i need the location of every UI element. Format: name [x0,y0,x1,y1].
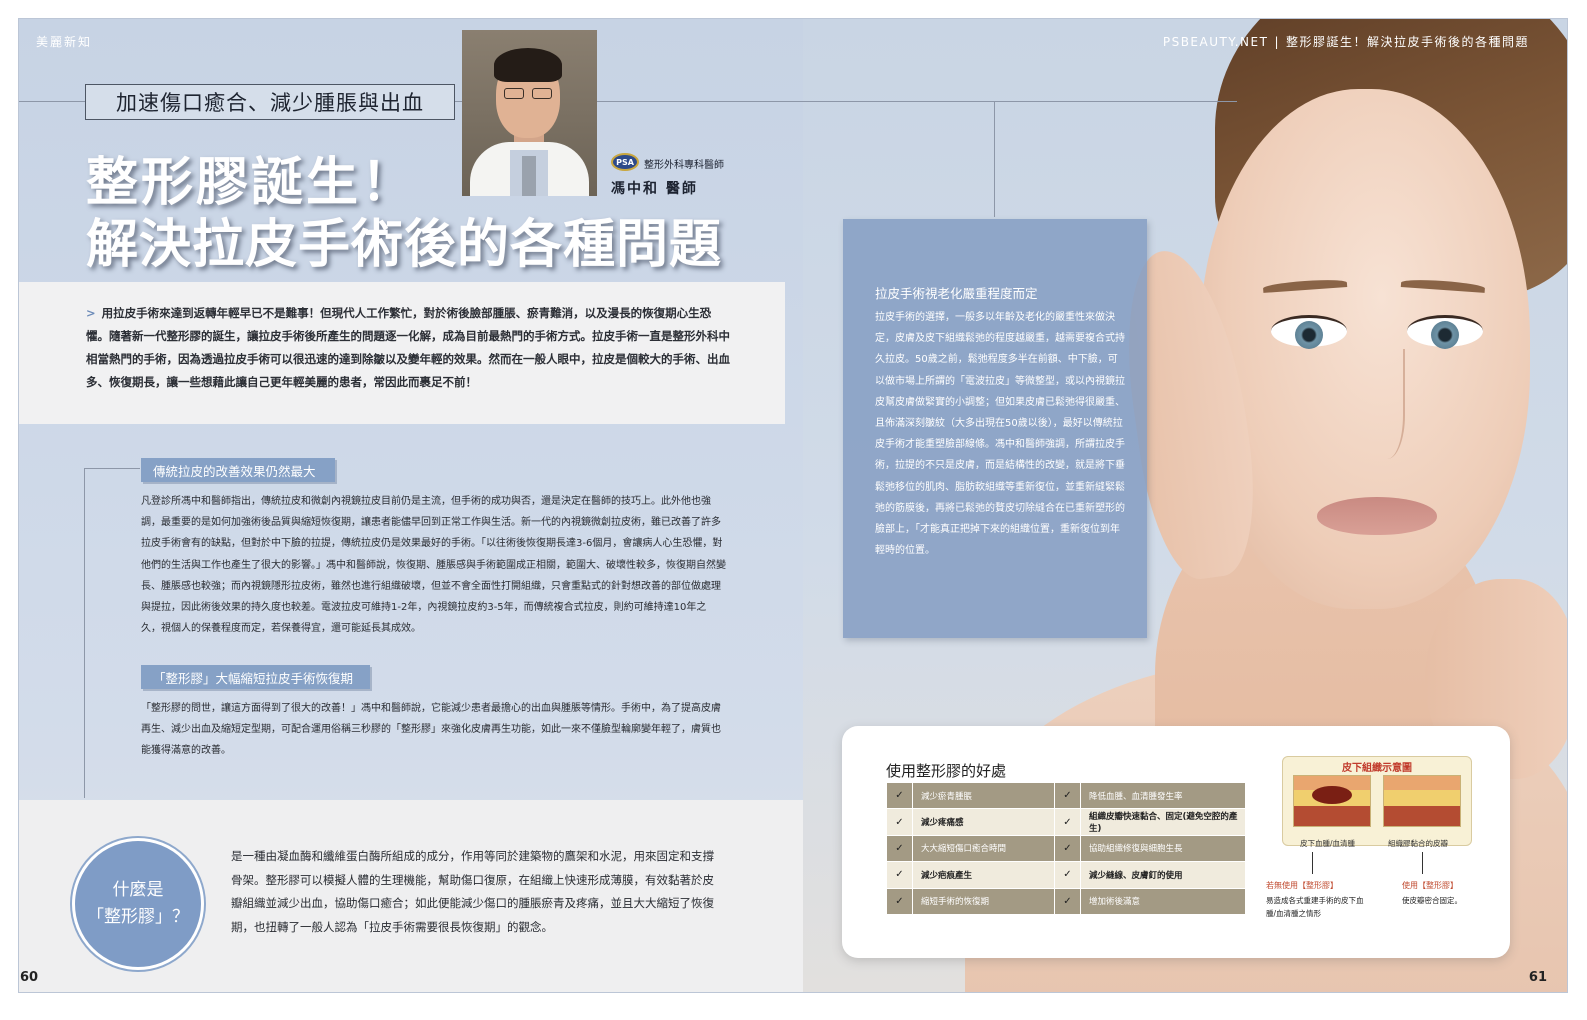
table-row: ✓ 減少瘀青腫脹 ✓ 降低血腫、血清腫發生率 [886,781,1246,810]
benefits-card: 使用整形膠的好處 ✓ 減少瘀青腫脹 ✓ 降低血腫、血清腫發生率 ✓ 減少疼痛感 … [842,726,1510,958]
doctor-photo [462,30,597,196]
benefit-cell: 減少縫線、皮膚釘的使用 [1080,861,1246,889]
header-separator: | [1274,35,1280,49]
note-left-text: 易造成各式重建手術的皮下血腫/血清腫之情形 [1266,896,1364,918]
page-number-left: 60 [20,970,39,985]
table-row: ✓ 縮短手術的恢復期 ✓ 增加術後滿意 [886,887,1246,915]
diagram-title: 皮下組織示意圖 [1342,763,1412,774]
table-row: ✓ 減少疤痕產生 ✓ 減少縫線、皮膚釘的使用 [886,861,1246,889]
benefit-cell: 減少瘀青腫脹 [912,781,1055,810]
article-subtitle: 加速傷口癒合、減少腫脹與出血 [85,84,455,120]
doctor-title: 整形外科專科醫師 [644,160,724,171]
benefits-table: ✓ 減少瘀青腫脹 ✓ 降低血腫、血清腫發生率 ✓ 減少疼痛感 ✓ 組織皮瓣快速黏… [886,781,1246,915]
what-is-text: 是一種由凝血酶和纖維蛋白酶所組成的成分，作用等同於建築物的鷹架和水泥，用來固定和… [231,849,714,934]
intro-paragraph: > 用拉皮手術來達到返轉年輕早已不是難事！但現代人工作繁忙，對於術後臉部腫脹、瘀青… [86,302,734,394]
running-header: PSBEAUTY.NET | 整形膠誕生！解決拉皮手術後的各種問題 [1163,33,1529,50]
diagram-caption-left: 皮下血腫/血清腫 [1300,839,1356,848]
table-row: ✓ 減少疼痛感 ✓ 組織皮瓣快速黏合、固定(避免空腔的產生) [886,808,1246,836]
tissue-without-glue-image [1293,775,1371,827]
benefit-cell: 增加術後滿意 [1080,887,1246,915]
doctor-name: 馮中和 醫師 [611,181,698,197]
check-icon: ✓ [886,808,913,836]
section2-heading: 「整形膠」大幅縮短拉皮手術恢復期 [141,665,370,689]
tissue-with-glue-image [1383,775,1461,827]
benefit-cell: 大大縮短傷口癒合時間 [912,834,1055,863]
circle-line1: 什麼是 [112,880,164,900]
info-box-text: 拉皮手術的選擇，一般多以年齡及老化的嚴重性來做決定，皮膚及皮下組織鬆弛的程度越嚴… [875,312,1125,557]
info-box: 拉皮手術視老化嚴重程度而定 拉皮手術的選擇，一般多以年齡及老化的嚴重性來做決定，… [843,219,1147,638]
note-right-text: 使皮瓣密合固定。 [1402,896,1462,905]
article-title-line2: 解決拉皮手術後的各種問題 [86,214,723,275]
benefit-cell: 降低血腫、血清腫發生率 [1080,781,1246,810]
section2-text: 「整形膠的問世，讓這方面得到了很大的改善！」馮中和醫師說，它能減少患者最擔心的出… [141,703,721,757]
benefit-cell: 減少疼痛感 [912,808,1055,836]
pointer-line [1422,852,1423,874]
benefit-cell: 減少疤痕產生 [912,861,1055,889]
check-icon: ✓ [1054,834,1081,863]
intro-text: 用拉皮手術來達到返轉年輕早已不是難事！但現代人工作繁忙，對於術後臉部腫脹、瘀青難… [86,306,730,389]
tissue-diagram: 皮下組織示意圖 [1282,756,1472,846]
circle-line2: 「整形膠」？ [87,907,189,927]
benefit-cell: 組織皮瓣快速黏合、固定(避免空腔的產生) [1080,808,1246,836]
section1-text: 凡登診所馮中和醫師指出，傳統拉皮和微創內視鏡拉皮目前仍是主流，但手術的成功與否，… [141,496,726,635]
site-name: PSBEAUTY.NET [1162,35,1269,49]
info-box-title: 拉皮手術視老化嚴重程度而定 [875,286,1038,301]
page-number-right: 61 [1528,970,1547,985]
psa-logo-icon: PSA [611,153,639,171]
table-row: ✓ 大大縮短傷口癒合時間 ✓ 協助組織修復與細胞生長 [886,834,1246,863]
what-is-circle: 什麼是 「整形膠」？ [72,838,204,970]
benefits-title: 使用整形膠的好處 [886,762,1007,780]
check-icon: ✓ [886,861,913,889]
check-icon: ✓ [886,781,913,810]
diagram-caption-right: 組織膠黏合的皮瓣 [1388,839,1448,848]
section1-heading: 傳統拉皮的改善效果仍然最大 [141,458,335,482]
check-icon: ✓ [1054,808,1081,836]
benefit-cell: 縮短手術的恢復期 [912,887,1055,915]
arrow-icon: > [86,306,96,320]
section-header: 美麗新知 [36,35,93,49]
check-icon: ✓ [1054,887,1081,915]
note-left-title: 若無使用【整形膠】 [1266,881,1338,890]
header-article-title: 整形膠誕生！解決拉皮手術後的各種問題 [1285,35,1529,49]
check-icon: ✓ [886,887,913,915]
magazine-spread: 美麗新知 PSBEAUTY.NET | 整形膠誕生！解決拉皮手術後的各種問題 加速傷… [0,0,1587,1020]
check-icon: ✓ [1054,781,1081,810]
pointer-line [1312,852,1313,874]
note-right-title: 使用【整形膠】 [1402,881,1458,890]
check-icon: ✓ [886,834,913,863]
check-icon: ✓ [1054,861,1081,889]
benefit-cell: 協助組織修復與細胞生長 [1080,834,1246,863]
